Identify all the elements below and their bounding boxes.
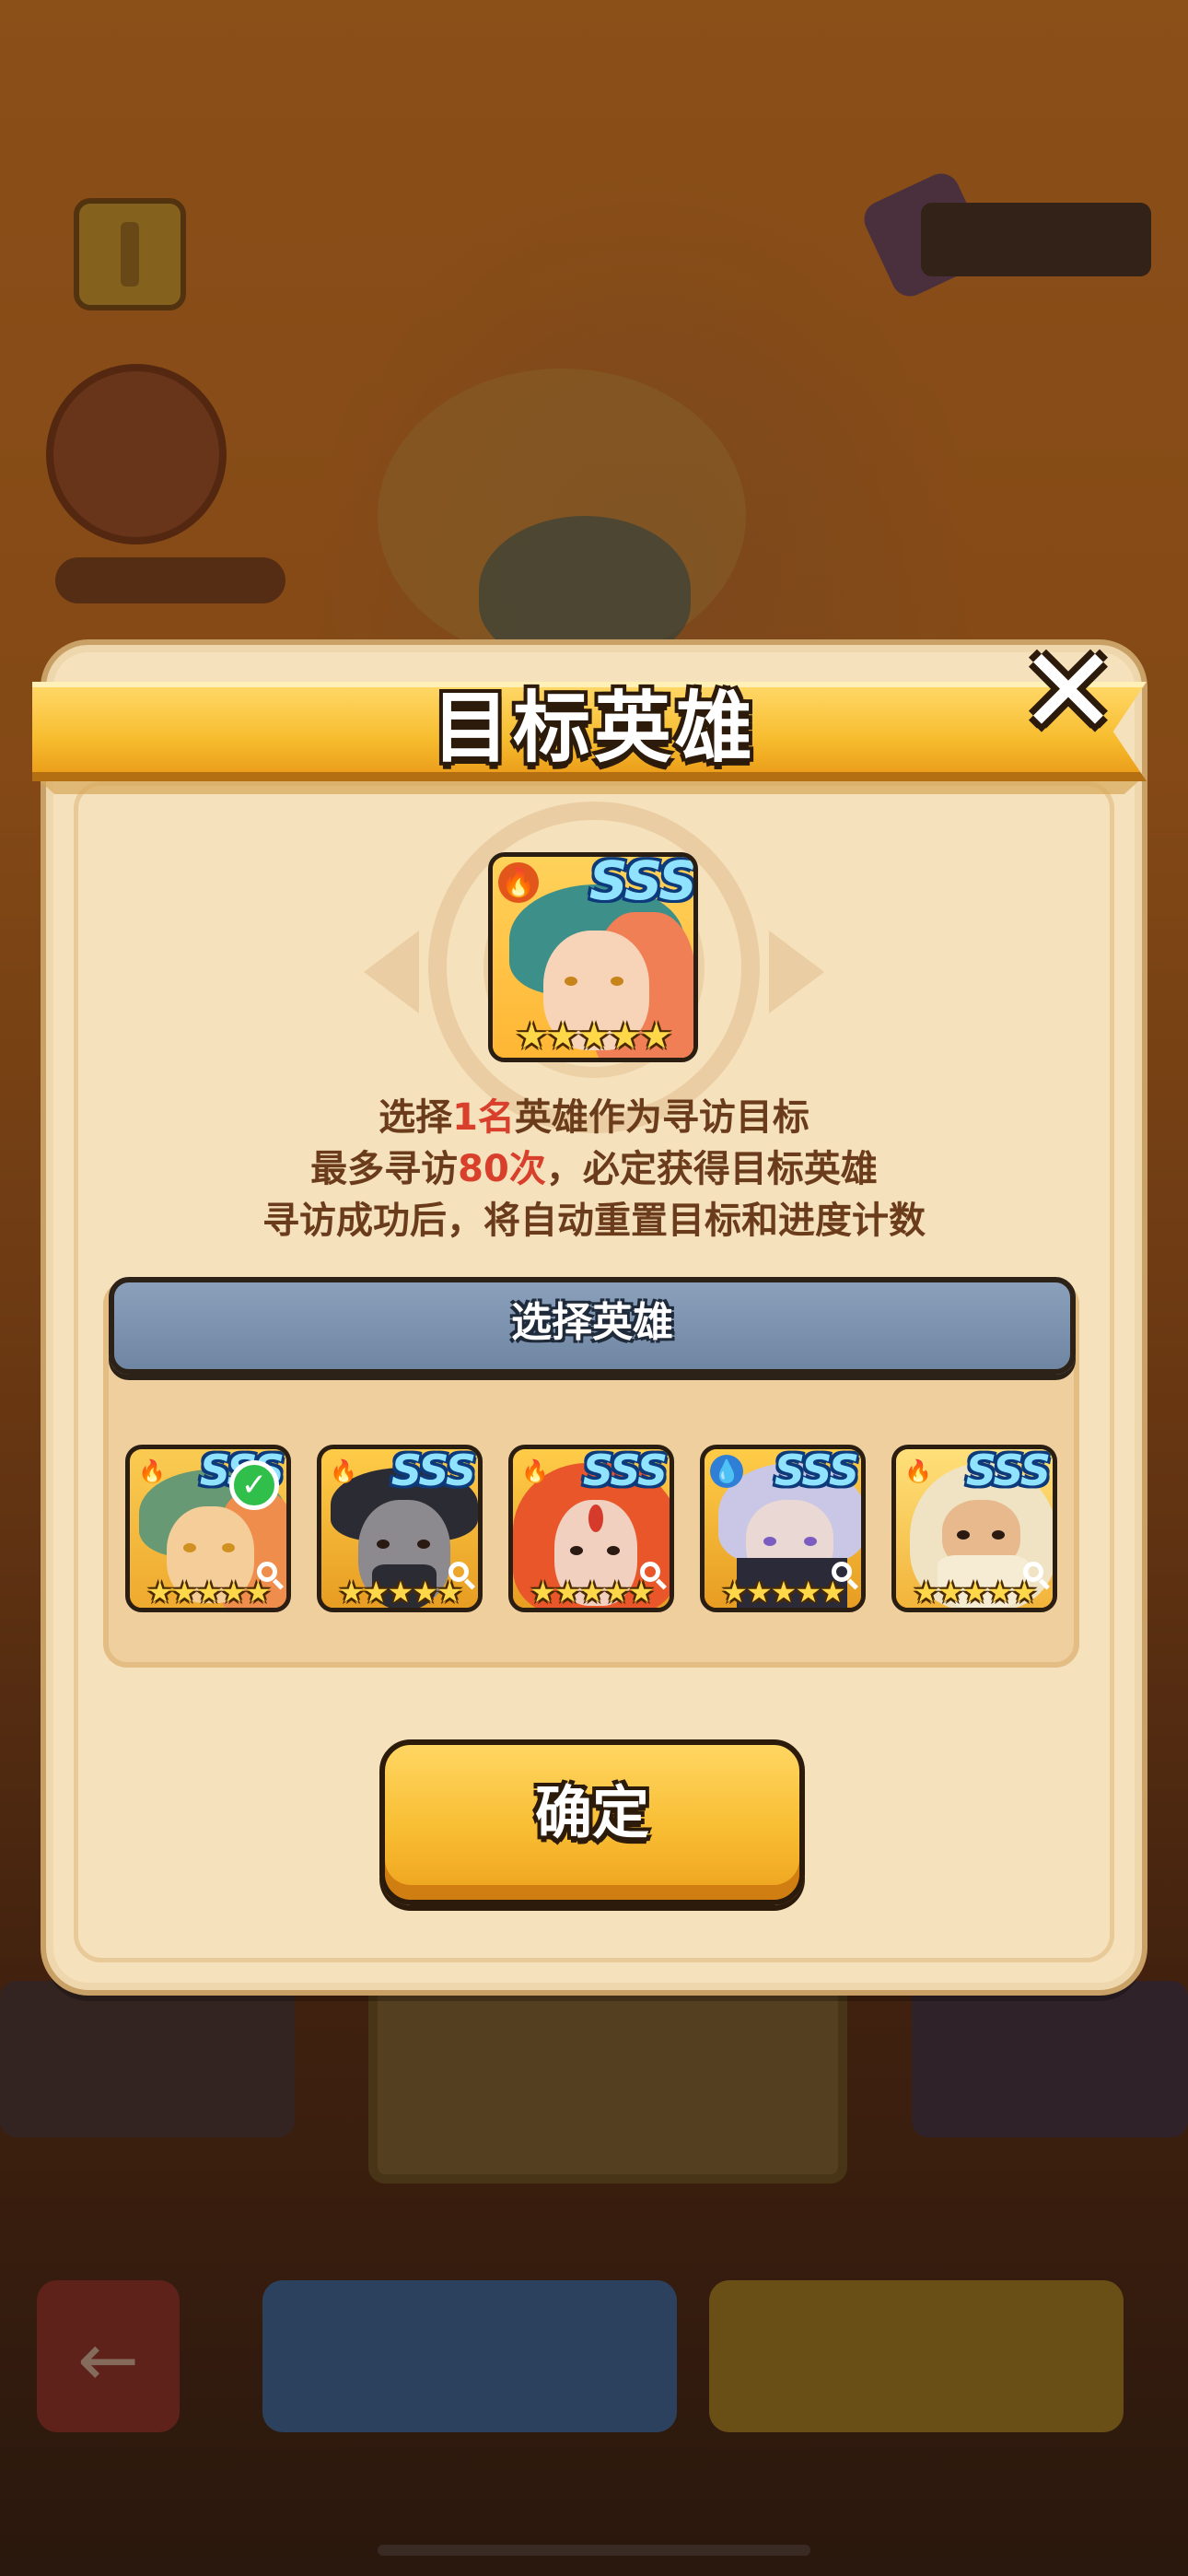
star-rating: ★★★★★ [721,1575,845,1610]
close-button[interactable]: ✕ [1013,631,1124,751]
dialog-title: 目标英雄 [431,683,756,773]
fire-icon: 🔥 [330,1458,357,1484]
grade-badge: SSS [582,1446,668,1495]
fire-icon: 🔥 [138,1458,166,1484]
grade-badge: SSS [390,1446,476,1495]
star-rating: ★★★★★ [530,1575,654,1610]
selected-check-icon: ✓ [229,1460,279,1510]
star-rating: ★★★★★ [913,1575,1037,1610]
description-line-3: 寻访成功后，将自动重置目标和进度计数 [262,1200,926,1242]
grade-badge: SSS [774,1446,859,1495]
hero-option-4[interactable]: 💧 SSS ★★★★★ [700,1445,866,1612]
grade-badge: SSS [965,1446,1051,1495]
hero-option-1[interactable]: 🔥 SSS ✓ ★★★★★ [125,1445,291,1612]
emblem-left-arrow [364,931,419,1013]
water-drop-icon: 💧 [710,1455,743,1488]
hero-option-3[interactable]: 🔥 SSS ★★★★★ [508,1445,674,1612]
close-icon: ✕ [1018,621,1119,761]
confirm-button[interactable] [379,1739,805,1905]
hero-option-2[interactable]: 🔥 SSS ★★★★★ [317,1445,483,1612]
star-rating: ★★★★★ [515,1015,672,1058]
hero-option-5[interactable]: 🔥 SSS ★★★★★ [891,1445,1057,1612]
target-hero-portrait: 🔥 SSS ★★★★★ [488,852,698,1062]
fire-icon: 🔥 [521,1458,549,1484]
fire-icon: 🔥 [498,862,539,903]
select-hero-header-label: 选择英雄 [511,1299,673,1346]
fire-icon: 🔥 [904,1458,932,1484]
home-indicator [378,2545,810,2556]
description-line-1: 选择1名英雄作为寻访目标 [379,1096,809,1139]
grade-badge: SSS [588,852,695,912]
description-line-2: 最多寻访80次，必定获得目标英雄 [310,1148,878,1190]
emblem-right-arrow [769,931,824,1013]
star-rating: ★★★★★ [146,1575,271,1610]
star-rating: ★★★★★ [338,1575,462,1610]
